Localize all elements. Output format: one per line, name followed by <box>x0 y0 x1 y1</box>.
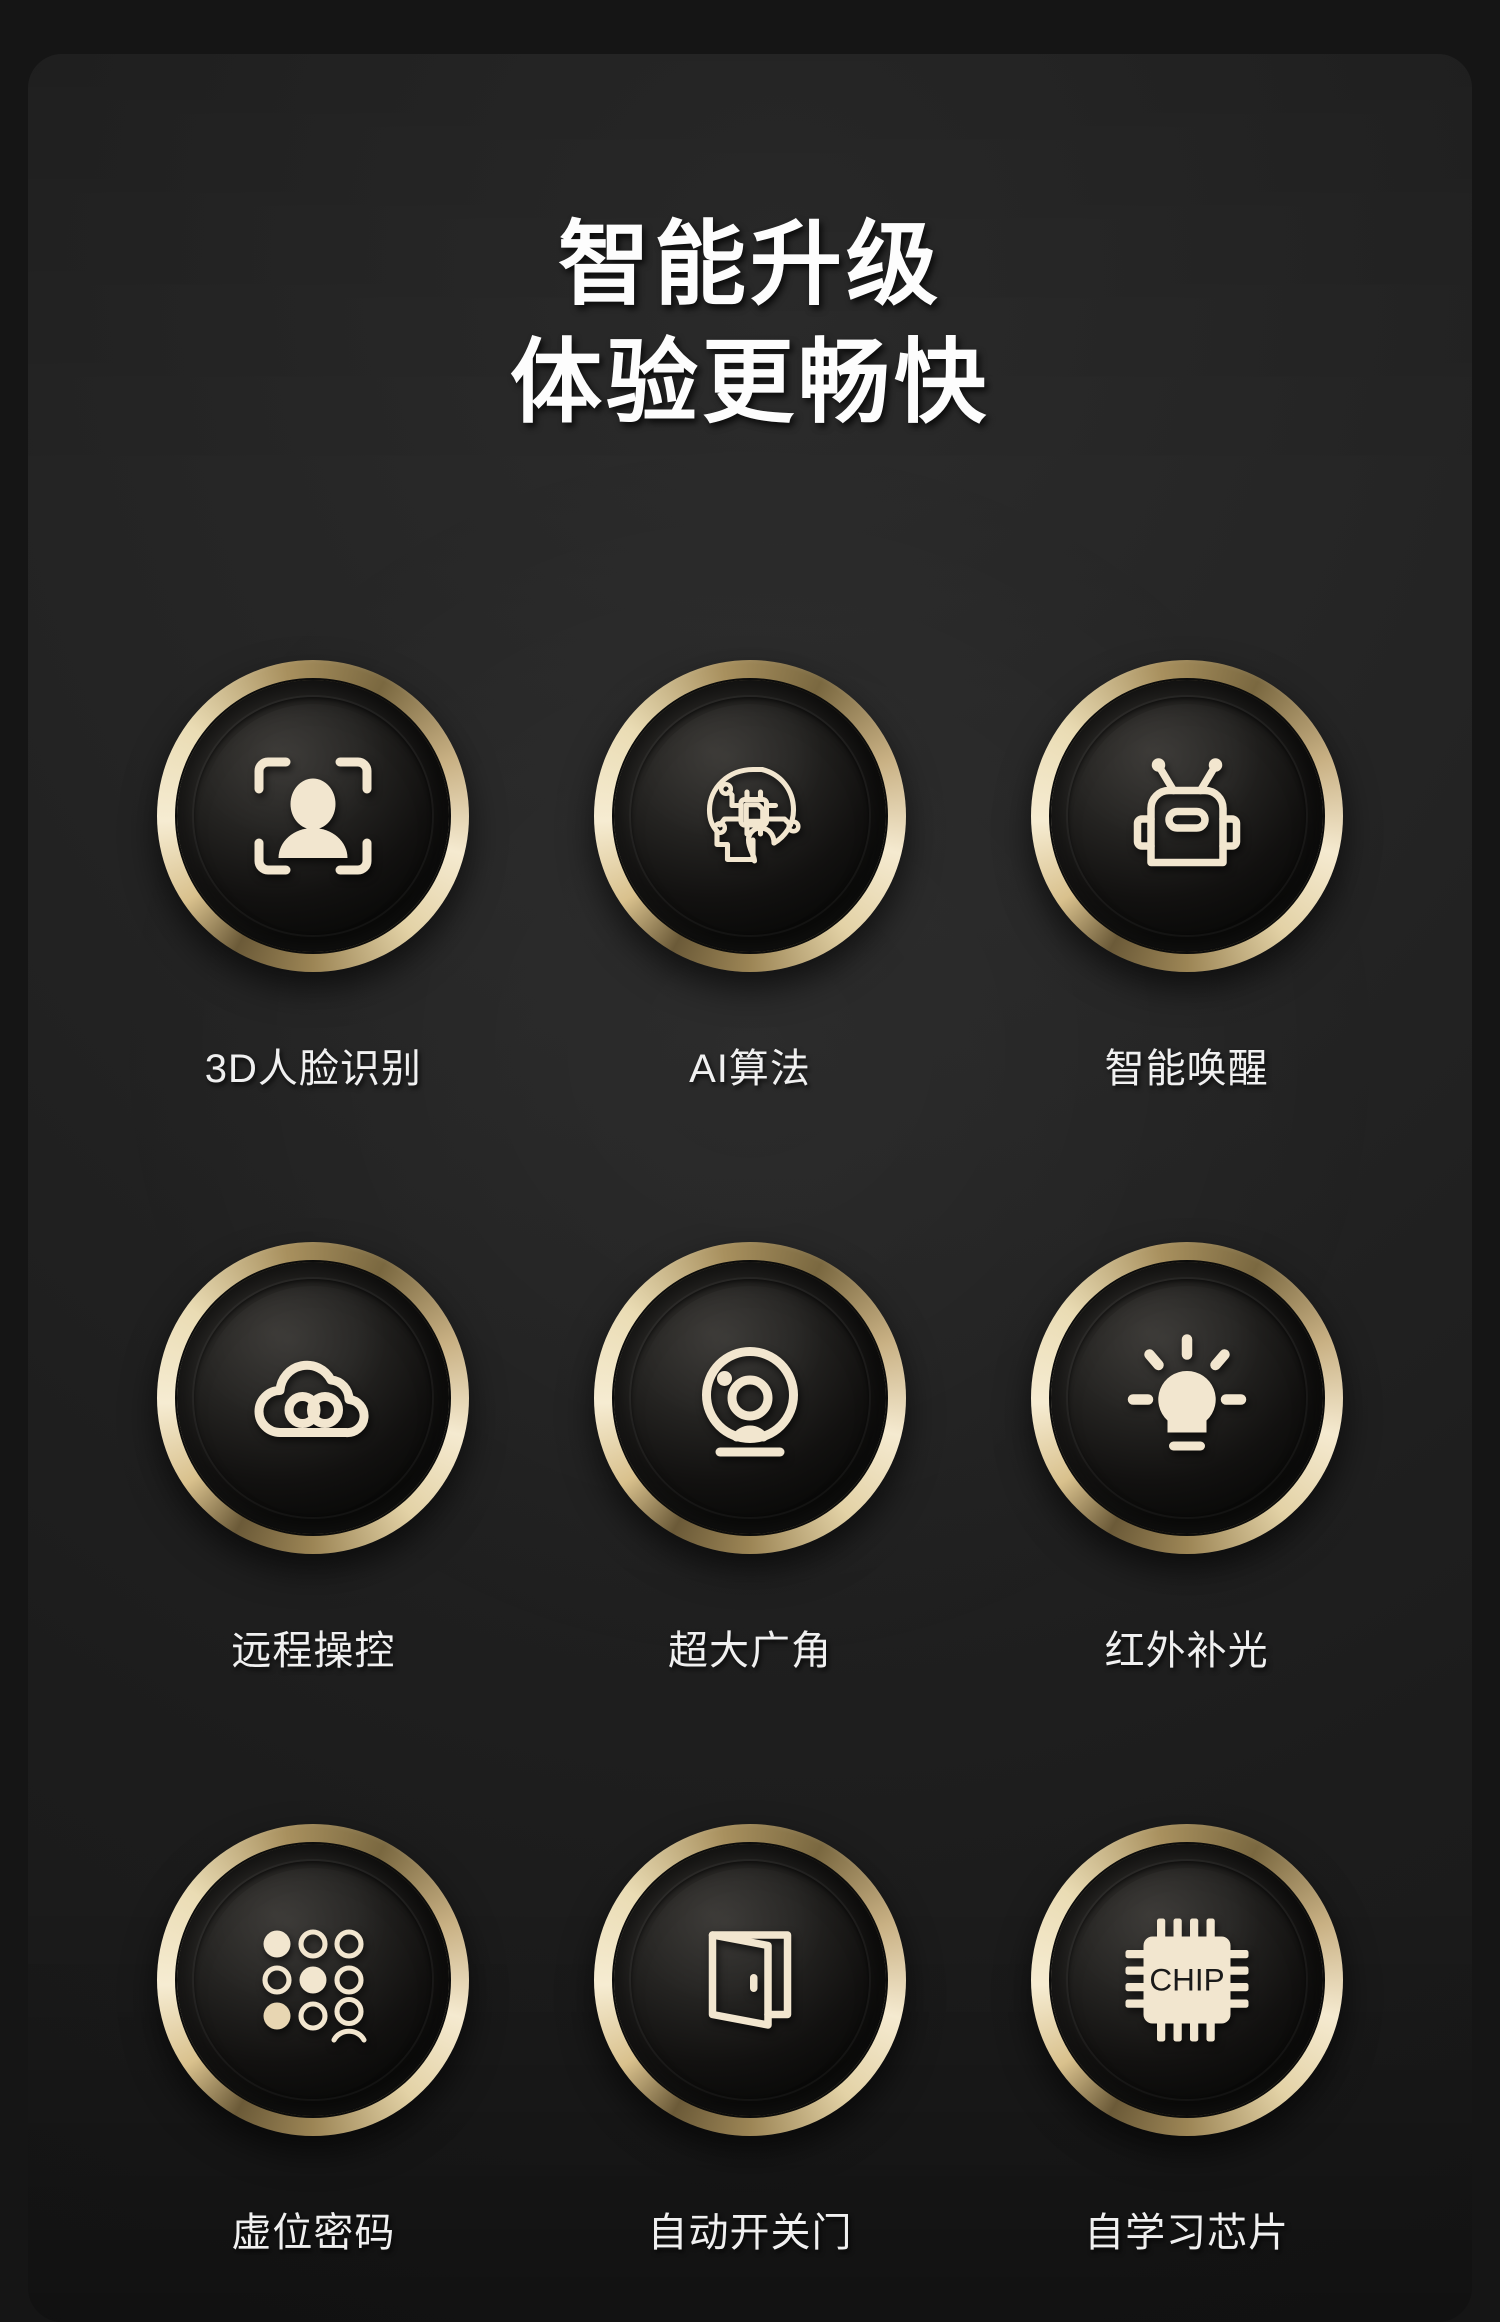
page-title-line-1: 智能升级 <box>557 214 942 316</box>
feature-grid: 3D人脸识别 AI算法 智能唤醒 远程操控 超大广角 红外补光 虚位密码 自动开… <box>95 660 1405 2258</box>
feature-disc <box>613 1844 886 2116</box>
webcam-icon <box>701 1347 798 1457</box>
feature-disc: CHIP <box>1050 1844 1323 2116</box>
feature-disc <box>177 1844 450 2116</box>
page-content: 智能升级 体验更畅快 3D人脸识别 AI算法 智能唤醒 远程操控 超大广角 红外… <box>0 0 1500 2322</box>
feature-label: 远程操控 <box>231 1629 396 1673</box>
feature-ring: CHIP <box>1030 1824 1343 2136</box>
face-scan-icon <box>254 757 372 875</box>
chip-icon: CHIP <box>1125 1918 1249 2042</box>
feature-item-ai-algorithm[interactable]: AI算法 <box>532 660 969 1094</box>
light-bulb-icon <box>1127 1334 1246 1451</box>
feature-disc <box>613 680 886 952</box>
feature-label: 自学习芯片 <box>1084 2211 1290 2255</box>
page-title: 智能升级 体验更畅快 <box>0 206 1500 442</box>
ai-brain-chip-icon <box>706 766 801 864</box>
feature-label: 3D人脸识别 <box>204 1047 422 1091</box>
robot-head-icon <box>1133 758 1240 867</box>
feature-label: 自动开关门 <box>647 2211 853 2255</box>
feature-ring <box>1030 1242 1343 1554</box>
feature-item-remote-control[interactable]: 远程操控 <box>95 1242 532 1676</box>
feature-ring <box>593 660 906 972</box>
feature-item-infrared-light[interactable]: 红外补光 <box>968 1242 1405 1676</box>
chip-icon-text: CHIP <box>1149 1962 1224 1998</box>
feature-item-self-learning-chip[interactable]: CHIP 自学习芯片 <box>968 1824 1405 2258</box>
feature-disc <box>177 1262 450 1534</box>
feature-item-decoy-password[interactable]: 虚位密码 <box>95 1824 532 2258</box>
feature-label: 虚位密码 <box>231 2211 396 2255</box>
feature-disc <box>177 680 450 952</box>
feature-disc <box>613 1262 886 1534</box>
feature-label: 超大广角 <box>667 1629 832 1673</box>
open-door-icon <box>708 1931 792 2029</box>
keypad-dots-icon <box>262 1929 367 2043</box>
feature-item-wide-angle[interactable]: 超大广角 <box>532 1242 969 1676</box>
feature-label: 红外补光 <box>1104 1629 1269 1673</box>
feature-item-auto-door[interactable]: 自动开关门 <box>532 1824 969 2258</box>
feature-item-face-recognition[interactable]: 3D人脸识别 <box>95 660 532 1094</box>
feature-label: AI算法 <box>689 1047 811 1091</box>
feature-ring <box>1030 660 1343 972</box>
feature-disc <box>1050 1262 1323 1534</box>
feature-ring <box>157 660 470 972</box>
promo-page: 智能升级 体验更畅快 3D人脸识别 AI算法 智能唤醒 远程操控 超大广角 红外… <box>0 0 1500 2322</box>
feature-ring <box>593 1824 906 2136</box>
feature-ring <box>157 1824 470 2136</box>
feature-item-smart-wake[interactable]: 智能唤醒 <box>968 660 1405 1094</box>
feature-disc <box>1050 680 1323 952</box>
cloud-remote-icon <box>254 1360 369 1438</box>
feature-ring <box>157 1242 470 1554</box>
page-title-line-2: 体验更畅快 <box>509 332 990 434</box>
feature-label: 智能唤醒 <box>1104 1047 1269 1091</box>
feature-ring <box>593 1242 906 1554</box>
